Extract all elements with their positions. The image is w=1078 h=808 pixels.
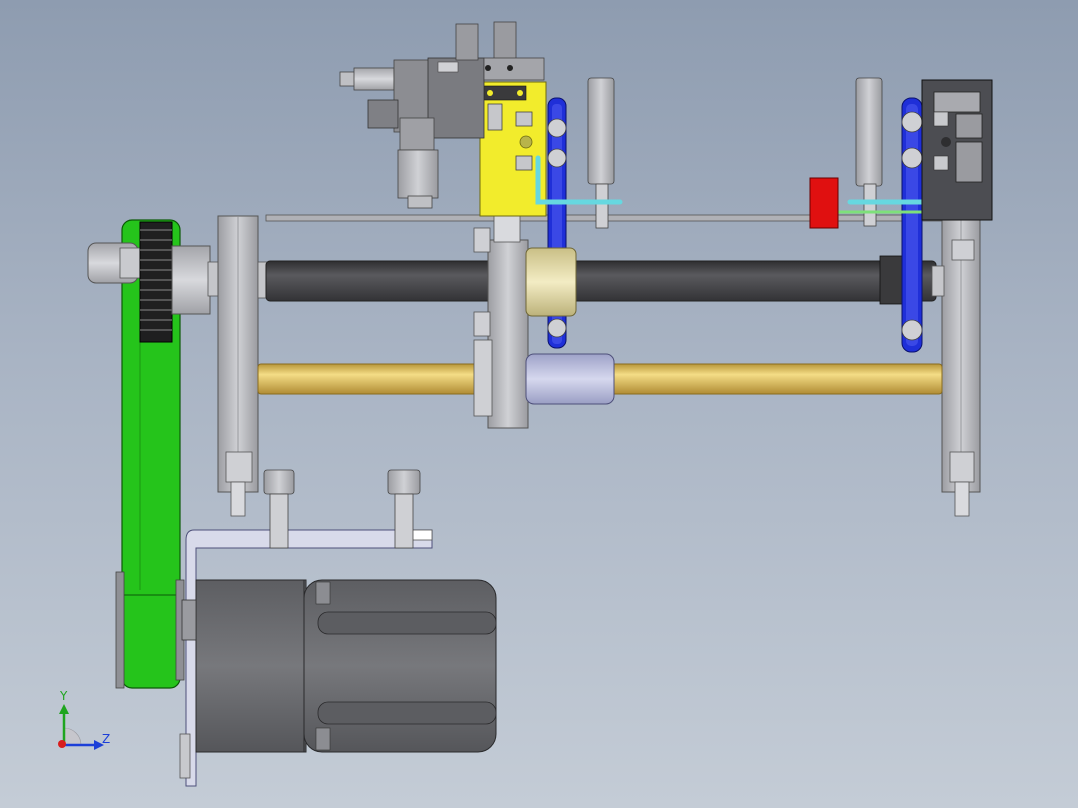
y-axis-label: Y xyxy=(59,689,68,703)
x-axis-dot xyxy=(58,740,66,748)
assembly-drawing: Y Z xyxy=(58,21,993,787)
z-axis-label: Z xyxy=(102,732,110,746)
aluminum-profile xyxy=(921,79,993,221)
drive-pulley[interactable] xyxy=(87,221,219,343)
carriage-block[interactable] xyxy=(473,195,615,429)
blue-belt-right[interactable] xyxy=(901,97,923,353)
right-frame-plate[interactable] xyxy=(941,195,981,517)
vertical-post-left xyxy=(587,77,615,229)
left-frame-plate[interactable] xyxy=(217,215,259,517)
red-sensor-block[interactable] xyxy=(809,177,839,229)
cad-viewport[interactable]: Y Z xyxy=(0,0,1078,808)
motor[interactable] xyxy=(181,579,497,753)
ball-screw-shaft[interactable] xyxy=(257,255,945,305)
axis-triad: Y Z xyxy=(58,689,110,750)
